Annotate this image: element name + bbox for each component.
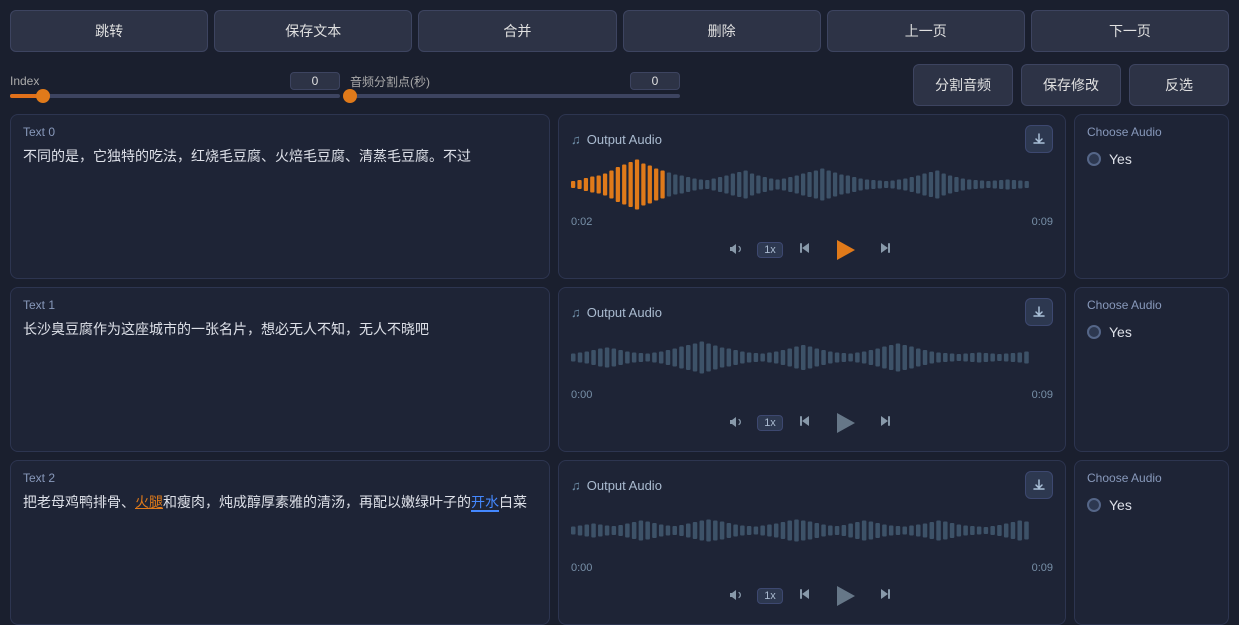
download-button-1[interactable]	[1025, 298, 1053, 326]
jump-button[interactable]: 跳转	[10, 10, 208, 52]
choose-panel-0: Choose Audio Yes	[1074, 114, 1229, 279]
split-control: 音频分割点(秒) 0	[350, 72, 680, 98]
choose-yes-text-0: Yes	[1109, 151, 1132, 167]
prev-page-button[interactable]: 上一页	[827, 10, 1025, 52]
row-2: Text 2 把老母鸡鸭排骨、火腿和瘦肉，炖成醇厚素雅的清汤，再配以嫩绿叶子的开水…	[10, 460, 1229, 625]
index-label: Index	[10, 74, 39, 88]
choose-label-0: Choose Audio	[1087, 125, 1216, 139]
skip-forward-button-1[interactable]	[873, 412, 895, 435]
split-value: 0	[630, 72, 680, 90]
play-button-0[interactable]	[829, 234, 861, 266]
audio-title-text-1: Output Audio	[587, 305, 662, 320]
time-end-0: 0:09	[1032, 216, 1053, 228]
audio-controls-0: 1x	[571, 232, 1053, 268]
skip-back-button-1[interactable]	[795, 412, 817, 435]
text-label-1: Text 1	[23, 298, 537, 312]
audio-panel-2: ♫ Output Audio 0:00 0:09 1x	[558, 460, 1066, 625]
waveform-0[interactable]	[571, 157, 1053, 212]
time-row-1: 0:00 0:09	[571, 389, 1053, 401]
audio-panel-1: ♫ Output Audio 0:00 0:09 1x	[558, 287, 1066, 452]
text-content-2: 把老母鸡鸭排骨、火腿和瘦肉，炖成醇厚素雅的清汤，再配以嫩绿叶子的开水白菜	[23, 491, 537, 614]
audio-header-1: ♫ Output Audio	[571, 298, 1053, 326]
play-button-1[interactable]	[829, 407, 861, 439]
controls-row: Index 0 音频分割点(秒) 0 分割音频 保存修改 反选	[0, 60, 1239, 114]
content-area: Text 0 不同的是，它独特的吃法，红烧毛豆腐、火焙毛豆腐、清蒸毛豆腐。不过 ♫ O…	[0, 114, 1239, 625]
volume-button-1[interactable]	[729, 414, 745, 433]
volume-button-0[interactable]	[729, 241, 745, 260]
skip-back-button-0[interactable]	[795, 239, 817, 262]
radio-button-0[interactable]	[1087, 152, 1101, 166]
time-start-0: 0:02	[571, 216, 592, 228]
time-row-2: 0:00 0:09	[571, 562, 1053, 574]
save-changes-button[interactable]: 保存修改	[1021, 64, 1121, 106]
waveform-2[interactable]	[571, 503, 1053, 558]
radio-button-1[interactable]	[1087, 325, 1101, 339]
volume-button-2[interactable]	[729, 587, 745, 606]
row-0: Text 0 不同的是，它独特的吃法，红烧毛豆腐、火焙毛豆腐、清蒸毛豆腐。不过 ♫ O…	[10, 114, 1229, 279]
choose-yes-1[interactable]: Yes	[1087, 320, 1216, 344]
choose-panel-2: Choose Audio Yes	[1074, 460, 1229, 625]
choose-yes-2[interactable]: Yes	[1087, 493, 1216, 517]
skip-forward-button-0[interactable]	[873, 239, 895, 262]
split-audio-button[interactable]: 分割音频	[913, 64, 1013, 106]
text-panel-1: Text 1 长沙臭豆腐作为这座城市的一张名片，想必无人不知，无人不晓吧	[10, 287, 550, 452]
choose-yes-text-1: Yes	[1109, 324, 1132, 340]
download-button-2[interactable]	[1025, 471, 1053, 499]
action-buttons: 分割音频 保存修改 反选	[913, 64, 1229, 106]
choose-label-1: Choose Audio	[1087, 298, 1216, 312]
speed-badge-2[interactable]: 1x	[757, 588, 783, 604]
music-icon-1: ♫	[571, 305, 581, 320]
split-label: 音频分割点(秒)	[350, 73, 430, 90]
text-content-1: 长沙臭豆腐作为这座城市的一张名片，想必无人不知，无人不晓吧	[23, 318, 537, 441]
music-icon-2: ♫	[571, 478, 581, 493]
invert-button[interactable]: 反选	[1129, 64, 1229, 106]
audio-title-text-0: Output Audio	[587, 132, 662, 147]
text-panel-2: Text 2 把老母鸡鸭排骨、火腿和瘦肉，炖成醇厚素雅的清汤，再配以嫩绿叶子的开水…	[10, 460, 550, 625]
audio-controls-2: 1x	[571, 578, 1053, 614]
audio-title-text-2: Output Audio	[587, 478, 662, 493]
choose-label-2: Choose Audio	[1087, 471, 1216, 485]
audio-header-2: ♫ Output Audio	[571, 471, 1053, 499]
waveform-1[interactable]	[571, 330, 1053, 385]
skip-back-button-2[interactable]	[795, 585, 817, 608]
text-label-0: Text 0	[23, 125, 537, 139]
time-row-0: 0:02 0:09	[571, 216, 1053, 228]
audio-header-0: ♫ Output Audio	[571, 125, 1053, 153]
skip-forward-button-2[interactable]	[873, 585, 895, 608]
choose-panel-1: Choose Audio Yes	[1074, 287, 1229, 452]
merge-button[interactable]: 合并	[418, 10, 616, 52]
index-slider[interactable]	[10, 94, 340, 98]
time-start-1: 0:00	[571, 389, 592, 401]
choose-yes-text-2: Yes	[1109, 497, 1132, 513]
time-end-2: 0:09	[1032, 562, 1053, 574]
row-1: Text 1 长沙臭豆腐作为这座城市的一张名片，想必无人不知，无人不晓吧 ♫ Outp…	[10, 287, 1229, 452]
audio-title-0: ♫ Output Audio	[571, 132, 662, 147]
index-value: 0	[290, 72, 340, 90]
download-button-0[interactable]	[1025, 125, 1053, 153]
audio-controls-1: 1x	[571, 405, 1053, 441]
text-panel-0: Text 0 不同的是，它独特的吃法，红烧毛豆腐、火焙毛豆腐、清蒸毛豆腐。不过	[10, 114, 550, 279]
play-button-2[interactable]	[829, 580, 861, 612]
delete-button[interactable]: 删除	[623, 10, 821, 52]
index-control: Index 0	[10, 72, 340, 98]
text-label-2: Text 2	[23, 471, 537, 485]
choose-yes-0[interactable]: Yes	[1087, 147, 1216, 171]
audio-title-1: ♫ Output Audio	[571, 305, 662, 320]
toolbar: 跳转保存文本合并删除上一页下一页	[0, 0, 1239, 60]
speed-badge-1[interactable]: 1x	[757, 415, 783, 431]
audio-title-2: ♫ Output Audio	[571, 478, 662, 493]
save-text-button[interactable]: 保存文本	[214, 10, 412, 52]
next-page-button[interactable]: 下一页	[1031, 10, 1229, 52]
radio-button-2[interactable]	[1087, 498, 1101, 512]
text-content-0: 不同的是，它独特的吃法，红烧毛豆腐、火焙毛豆腐、清蒸毛豆腐。不过	[23, 145, 537, 268]
music-icon-0: ♫	[571, 132, 581, 147]
time-start-2: 0:00	[571, 562, 592, 574]
audio-panel-0: ♫ Output Audio 0:02 0:09 1x	[558, 114, 1066, 279]
split-slider[interactable]	[350, 94, 680, 98]
time-end-1: 0:09	[1032, 389, 1053, 401]
speed-badge-0[interactable]: 1x	[757, 242, 783, 258]
